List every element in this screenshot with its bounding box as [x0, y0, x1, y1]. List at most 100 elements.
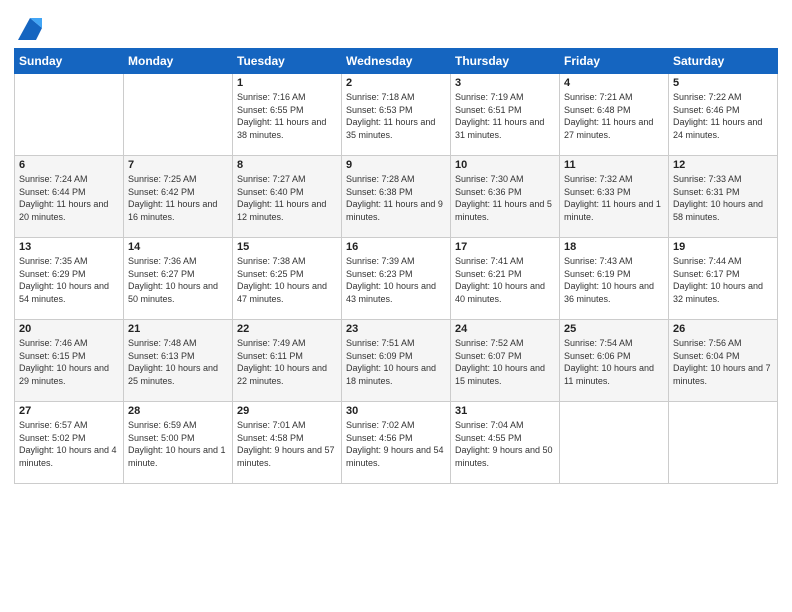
day-number: 16 [346, 241, 446, 253]
day-info: Sunrise: 7:46 AM Sunset: 6:15 PM Dayligh… [19, 337, 119, 387]
day-info: Sunrise: 7:52 AM Sunset: 6:07 PM Dayligh… [455, 337, 555, 387]
header-monday: Monday [124, 49, 233, 74]
calendar-cell: 25Sunrise: 7:54 AM Sunset: 6:06 PM Dayli… [560, 320, 669, 402]
day-info: Sunrise: 7:18 AM Sunset: 6:53 PM Dayligh… [346, 91, 446, 141]
day-number: 1 [237, 77, 337, 89]
header [14, 10, 778, 42]
day-number: 18 [564, 241, 664, 253]
calendar-cell: 31 Sunrise: 7:04 AM Sunset: 4:55 PM Dayli… [451, 402, 560, 484]
day-info: Sunrise: 7:44 AM Sunset: 6:17 PM Dayligh… [673, 255, 773, 305]
day-info: Sunrise: 7:38 AM Sunset: 6:25 PM Dayligh… [237, 255, 337, 305]
page: Sunday Monday Tuesday Wednesday Thursday… [0, 0, 792, 612]
day-info: Sunrise: 7:04 AM Sunset: 4:55 PM Dayligh… [455, 419, 555, 469]
calendar-cell: 27Sunrise: 6:57 AM Sunset: 5:02 PM Dayli… [15, 402, 124, 484]
day-number: 22 [237, 323, 337, 335]
calendar-cell: 3 Sunrise: 7:19 AM Sunset: 6:51 PM Daylig… [451, 74, 560, 156]
calendar-cell: 7 Sunrise: 7:25 AM Sunset: 6:42 PM Daylig… [124, 156, 233, 238]
calendar-cell [669, 402, 778, 484]
calendar-cell: 16 Sunrise: 7:39 AM Sunset: 6:23 PM Dayli… [342, 238, 451, 320]
calendar-cell: 5 Sunrise: 7:22 AM Sunset: 6:46 PM Daylig… [669, 74, 778, 156]
calendar-cell: 2 Sunrise: 7:18 AM Sunset: 6:53 PM Daylig… [342, 74, 451, 156]
header-thursday: Thursday [451, 49, 560, 74]
day-info: Sunrise: 7:36 AM Sunset: 6:27 PM Dayligh… [128, 255, 228, 305]
calendar-cell: 1 Sunrise: 7:16 AM Sunset: 6:55 PM Daylig… [233, 74, 342, 156]
calendar-week-row: 1 Sunrise: 7:16 AM Sunset: 6:55 PM Daylig… [15, 74, 778, 156]
day-info: Sunrise: 7:19 AM Sunset: 6:51 PM Dayligh… [455, 91, 555, 141]
calendar-cell: 30Sunrise: 7:02 AM Sunset: 4:56 PM Dayli… [342, 402, 451, 484]
day-info: Sunrise: 7:32 AM Sunset: 6:33 PM Dayligh… [564, 173, 664, 223]
header-wednesday: Wednesday [342, 49, 451, 74]
header-saturday: Saturday [669, 49, 778, 74]
calendar-cell: 17 Sunrise: 7:41 AM Sunset: 6:21 PM Dayli… [451, 238, 560, 320]
calendar-cell: 13 Sunrise: 7:35 AM Sunset: 6:29 PM Dayli… [15, 238, 124, 320]
calendar-cell: 6 Sunrise: 7:24 AM Sunset: 6:44 PM Daylig… [15, 156, 124, 238]
day-info: Sunrise: 7:25 AM Sunset: 6:42 PM Dayligh… [128, 173, 228, 223]
day-number: 24 [455, 323, 555, 335]
calendar-week-row: 20 Sunrise: 7:46 AM Sunset: 6:15 PM Dayli… [15, 320, 778, 402]
day-number: 25 [564, 323, 664, 335]
day-info: Sunrise: 7:21 AM Sunset: 6:48 PM Dayligh… [564, 91, 664, 141]
day-info: Sunrise: 7:35 AM Sunset: 6:29 PM Dayligh… [19, 255, 119, 305]
calendar-cell: 12 Sunrise: 7:33 AM Sunset: 6:31 PM Dayli… [669, 156, 778, 238]
day-number: 26 [673, 323, 773, 335]
day-info: Sunrise: 7:33 AM Sunset: 6:31 PM Dayligh… [673, 173, 773, 223]
day-number: 31 [455, 405, 555, 417]
day-info: Sunrise: 7:24 AM Sunset: 6:44 PM Dayligh… [19, 173, 119, 223]
calendar-cell: 19 Sunrise: 7:44 AM Sunset: 6:17 PM Dayli… [669, 238, 778, 320]
calendar-table: Sunday Monday Tuesday Wednesday Thursday… [14, 48, 778, 484]
calendar-week-row: 6 Sunrise: 7:24 AM Sunset: 6:44 PM Daylig… [15, 156, 778, 238]
day-number: 29 [237, 405, 337, 417]
calendar-cell: 9 Sunrise: 7:28 AM Sunset: 6:38 PM Daylig… [342, 156, 451, 238]
day-number: 11 [564, 159, 664, 171]
day-info: Sunrise: 6:59 AM Sunset: 5:00 PM Dayligh… [128, 419, 228, 469]
day-number: 20 [19, 323, 119, 335]
day-info: Sunrise: 6:57 AM Sunset: 5:02 PM Dayligh… [19, 419, 119, 469]
calendar-cell: 21 Sunrise: 7:48 AM Sunset: 6:13 PM Dayli… [124, 320, 233, 402]
header-sunday: Sunday [15, 49, 124, 74]
day-info: Sunrise: 7:41 AM Sunset: 6:21 PM Dayligh… [455, 255, 555, 305]
day-number: 12 [673, 159, 773, 171]
day-info: Sunrise: 7:22 AM Sunset: 6:46 PM Dayligh… [673, 91, 773, 141]
day-info: Sunrise: 7:16 AM Sunset: 6:55 PM Dayligh… [237, 91, 337, 141]
day-number: 21 [128, 323, 228, 335]
calendar-cell: 11 Sunrise: 7:32 AM Sunset: 6:33 PM Dayli… [560, 156, 669, 238]
day-number: 17 [455, 241, 555, 253]
day-info: Sunrise: 7:48 AM Sunset: 6:13 PM Dayligh… [128, 337, 228, 387]
day-number: 5 [673, 77, 773, 89]
calendar-cell: 10Sunrise: 7:30 AM Sunset: 6:36 PM Dayli… [451, 156, 560, 238]
header-tuesday: Tuesday [233, 49, 342, 74]
calendar-cell: 29 Sunrise: 7:01 AM Sunset: 4:58 PM Dayli… [233, 402, 342, 484]
day-number: 8 [237, 159, 337, 171]
day-info: Sunrise: 7:27 AM Sunset: 6:40 PM Dayligh… [237, 173, 337, 223]
calendar-week-row: 27Sunrise: 6:57 AM Sunset: 5:02 PM Dayli… [15, 402, 778, 484]
calendar-cell [560, 402, 669, 484]
logo [14, 14, 44, 42]
calendar-cell: 24 Sunrise: 7:52 AM Sunset: 6:07 PM Dayli… [451, 320, 560, 402]
calendar-cell: 4Sunrise: 7:21 AM Sunset: 6:48 PM Daylig… [560, 74, 669, 156]
day-info: Sunrise: 7:01 AM Sunset: 4:58 PM Dayligh… [237, 419, 337, 469]
day-number: 3 [455, 77, 555, 89]
day-info: Sunrise: 7:02 AM Sunset: 4:56 PM Dayligh… [346, 419, 446, 469]
day-number: 13 [19, 241, 119, 253]
day-number: 7 [128, 159, 228, 171]
day-number: 6 [19, 159, 119, 171]
weekday-header-row: Sunday Monday Tuesday Wednesday Thursday… [15, 49, 778, 74]
calendar-cell: 8 Sunrise: 7:27 AM Sunset: 6:40 PM Daylig… [233, 156, 342, 238]
calendar-cell: 14 Sunrise: 7:36 AM Sunset: 6:27 PM Dayli… [124, 238, 233, 320]
day-info: Sunrise: 7:56 AM Sunset: 6:04 PM Dayligh… [673, 337, 773, 387]
day-number: 14 [128, 241, 228, 253]
calendar-cell: 23 Sunrise: 7:51 AM Sunset: 6:09 PM Dayli… [342, 320, 451, 402]
calendar-cell [15, 74, 124, 156]
day-number: 28 [128, 405, 228, 417]
day-number: 23 [346, 323, 446, 335]
day-info: Sunrise: 7:39 AM Sunset: 6:23 PM Dayligh… [346, 255, 446, 305]
day-number: 9 [346, 159, 446, 171]
calendar-week-row: 13 Sunrise: 7:35 AM Sunset: 6:29 PM Dayli… [15, 238, 778, 320]
day-info: Sunrise: 7:28 AM Sunset: 6:38 PM Dayligh… [346, 173, 446, 223]
calendar-cell: 26 Sunrise: 7:56 AM Sunset: 6:04 PM Dayli… [669, 320, 778, 402]
day-number: 19 [673, 241, 773, 253]
calendar-cell: 20 Sunrise: 7:46 AM Sunset: 6:15 PM Dayli… [15, 320, 124, 402]
day-info: Sunrise: 7:51 AM Sunset: 6:09 PM Dayligh… [346, 337, 446, 387]
day-number: 2 [346, 77, 446, 89]
day-info: Sunrise: 7:49 AM Sunset: 6:11 PM Dayligh… [237, 337, 337, 387]
